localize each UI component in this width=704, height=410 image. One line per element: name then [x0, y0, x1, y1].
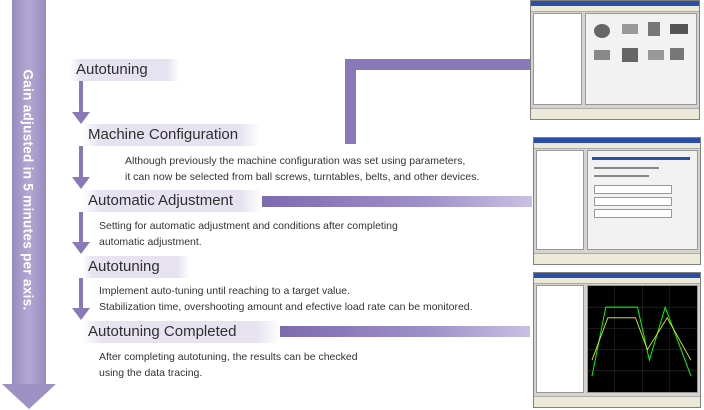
step-description: Implement auto-tuning until reaching to … [99, 284, 519, 315]
flow-arrow [72, 177, 90, 189]
step-title: Autotuning [76, 61, 148, 78]
step-autotuning-run: Autotuning [82, 256, 190, 278]
tree-panel [536, 285, 585, 393]
timeline-arrowhead [2, 384, 56, 409]
side-label: Gain adjusted in 5 minutes per axis. [11, 0, 45, 380]
connector-vertical [345, 59, 356, 144]
step-title: Autotuning [88, 258, 160, 275]
step-machine-configuration: Machine Configuration [82, 124, 260, 146]
screenshot-automatic-adjustment [533, 137, 701, 265]
connector-top [345, 59, 530, 70]
desc-line: Implement auto-tuning until reaching to … [99, 285, 350, 297]
step-autotuning-completed: Autotuning Completed [82, 321, 280, 343]
screenshot-data-tracing [533, 272, 701, 408]
side-label-text: Gain adjusted in 5 minutes per axis. [20, 69, 36, 311]
tree-panel [536, 150, 585, 250]
desc-line: using the data tracing. [99, 366, 203, 379]
step-description: After completing autotuning, the results… [99, 350, 499, 381]
step-description: Setting for automatic adjustment and con… [99, 219, 499, 250]
flow-line [79, 212, 83, 243]
step-autotuning: Autotuning [70, 59, 180, 81]
flow-arrow [72, 308, 90, 320]
device-selection-pane [584, 13, 697, 105]
tree-panel [533, 13, 583, 105]
desc-line: it can now be selected from ball screws,… [125, 170, 480, 183]
step-title: Machine Configuration [88, 126, 239, 143]
step-automatic-adjustment: Automatic Adjustment [82, 190, 262, 212]
desc-line: Setting for automatic adjustment and con… [99, 220, 398, 232]
trace-graph [587, 285, 698, 393]
flow-arrow [72, 112, 90, 124]
desc-line: automatic adjustment. [99, 235, 202, 248]
flow-line [79, 81, 83, 113]
desc-line: Stabilization time, overshooting amount … [99, 300, 473, 313]
connector-middle [262, 196, 532, 207]
settings-pane [587, 150, 698, 250]
step-description: Although previously the machine configur… [125, 154, 525, 185]
screenshot-machine-configuration [530, 0, 700, 120]
flow-arrow [72, 242, 90, 254]
step-title: Automatic Adjustment [88, 192, 234, 209]
flow-line [79, 146, 83, 178]
desc-line: After completing autotuning, the results… [99, 351, 358, 363]
step-title: Autotuning Completed [88, 323, 237, 340]
connector-bottom [280, 326, 530, 337]
trace-waveform [588, 286, 697, 392]
flow-line [79, 278, 83, 309]
desc-line: Although previously the machine configur… [125, 155, 466, 167]
